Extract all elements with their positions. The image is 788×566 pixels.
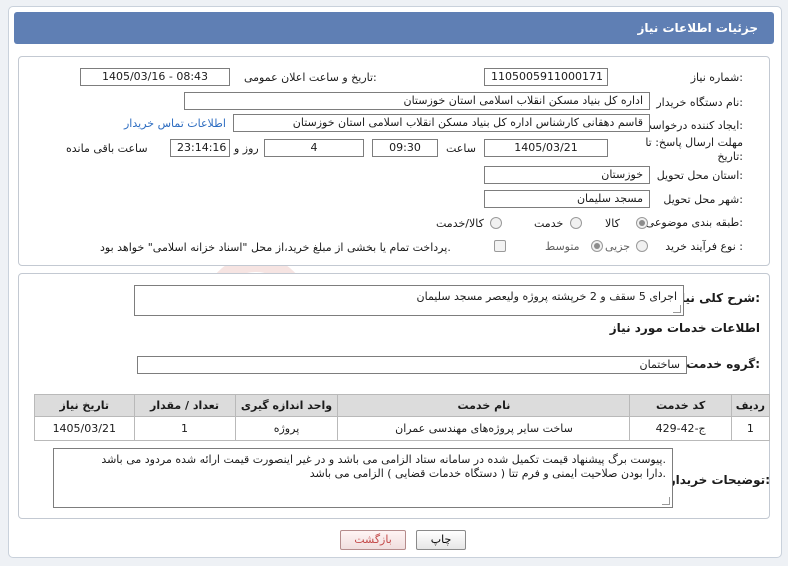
creator-label: ایجاد کننده درخواست:	[641, 119, 743, 132]
treasury-payment-note: پرداخت تمام یا بخشی از مبلغ خرید،از محل …	[100, 241, 451, 254]
cell-service-name: ساخت سایر پروژه‌های مهندسی عمران	[337, 416, 631, 441]
services-section-title: اطلاعات خدمات مورد نیاز	[609, 321, 760, 335]
need-number-field: 1105005911000171	[484, 68, 608, 86]
remaining-time-label: ساعت باقی مانده	[66, 142, 148, 155]
remaining-time-field: 23:14:16	[170, 139, 230, 157]
resize-handle-icon[interactable]	[673, 305, 681, 313]
table-row: 1405/03/21 1 پروژه ساخت سایر پروژه‌های م…	[34, 416, 771, 441]
category-radio-service[interactable]	[570, 217, 582, 229]
category-radio-goods[interactable]	[636, 217, 648, 229]
announce-date-field: 1405/03/16 - 08:43	[80, 68, 230, 86]
table-header-row: تاریخ نیاز تعداد / مقدار واحد اندازه گیر…	[34, 394, 771, 417]
announce-date-label: تاریخ و ساعت اعلان عمومی:	[244, 71, 377, 84]
cell-date: 1405/03/21	[34, 416, 135, 441]
page-title: جزئیات اطلاعات نیاز	[637, 21, 758, 35]
category-option-service: خدمت	[534, 217, 564, 230]
days-label: روز و	[234, 142, 259, 155]
buyer-contact-link[interactable]: اطلاعات تماس خریدار	[124, 117, 226, 130]
creator-field: قاسم دهقانی کارشناس اداره کل بنیاد مسکن …	[233, 114, 650, 132]
category-label: طبقه بندی موضوعی:	[645, 216, 743, 229]
cell-service-code: ج-42-429	[629, 416, 732, 441]
col-service-code: کد خدمت	[629, 394, 732, 417]
buyer-notes-line-1: پیوست برگ پیشنهاد قیمت تکمیل شده در ساما…	[101, 453, 666, 466]
deadline-time-label: ساعت	[446, 142, 476, 155]
process-option-medium: متوسط	[545, 240, 580, 253]
col-quantity: تعداد / مقدار	[133, 394, 236, 417]
service-group-label: گروه خدمت:	[686, 357, 760, 371]
process-radio-minor[interactable]	[636, 240, 648, 252]
process-radio-medium[interactable]	[591, 240, 603, 252]
cell-quantity: 1	[133, 416, 236, 441]
page-header: جزئیات اطلاعات نیاز	[14, 12, 774, 44]
city-field: مسجد سلیمان	[484, 190, 650, 208]
col-unit: واحد اندازه گیری	[234, 394, 339, 417]
buyer-notes-line-2: دارا بودن صلاحیت ایمنی و فرم تتا ( دستگا…	[309, 467, 666, 480]
print-button[interactable]: چاپ	[416, 530, 466, 550]
deadline-label: مهلت ارسال پاسخ: تا تاریخ:	[645, 136, 743, 163]
cell-unit: پروژه	[234, 416, 339, 441]
services-table: تاریخ نیاز تعداد / مقدار واحد اندازه گیر…	[34, 394, 771, 441]
buyer-notes-field: پیوست برگ پیشنهاد قیمت تکمیل شده در ساما…	[53, 448, 673, 508]
col-service-name: نام خدمت	[337, 394, 631, 417]
buyer-org-label: نام دستگاه خریدار:	[656, 96, 743, 109]
days-remaining-field: 4	[264, 139, 364, 157]
province-field: خوزستان	[484, 166, 650, 184]
resize-handle-icon[interactable]	[662, 497, 670, 505]
service-group-field: ساختمان	[137, 356, 687, 374]
city-label: شهر محل تحویل:	[663, 193, 743, 206]
description-text: اجرای 5 سقف و 2 خرپشته پروژه ولیعصر مسجد…	[416, 290, 677, 303]
description-field: اجرای 5 سقف و 2 خرپشته پروژه ولیعصر مسجد…	[134, 285, 684, 316]
buyer-notes-label: توضیحات خریدار:	[668, 473, 770, 487]
description-label: شرح کلی نیاز:	[674, 291, 760, 305]
col-date: تاریخ نیاز	[34, 394, 135, 417]
deadline-date-field: 1405/03/21	[484, 139, 608, 157]
province-label: استان محل تحویل:	[656, 169, 743, 182]
category-option-goods-service: کالا/خدمت	[436, 217, 484, 230]
category-radio-goods-service[interactable]	[490, 217, 502, 229]
buyer-org-field: اداره کل بنیاد مسکن انقلاب اسلامی استان …	[184, 92, 650, 110]
category-option-goods: کالا	[605, 217, 620, 230]
cell-row: 1	[730, 416, 771, 441]
need-number-label: شماره نیاز:	[690, 71, 743, 84]
deadline-time-field: 09:30	[372, 139, 438, 157]
process-type-label: نوع فرآیند خرید :	[665, 240, 743, 253]
treasury-payment-checkbox[interactable]	[494, 240, 506, 252]
col-row: ردیف	[730, 394, 771, 417]
process-option-minor: جزیی	[605, 240, 631, 253]
back-button[interactable]: بازگشت	[340, 530, 406, 550]
